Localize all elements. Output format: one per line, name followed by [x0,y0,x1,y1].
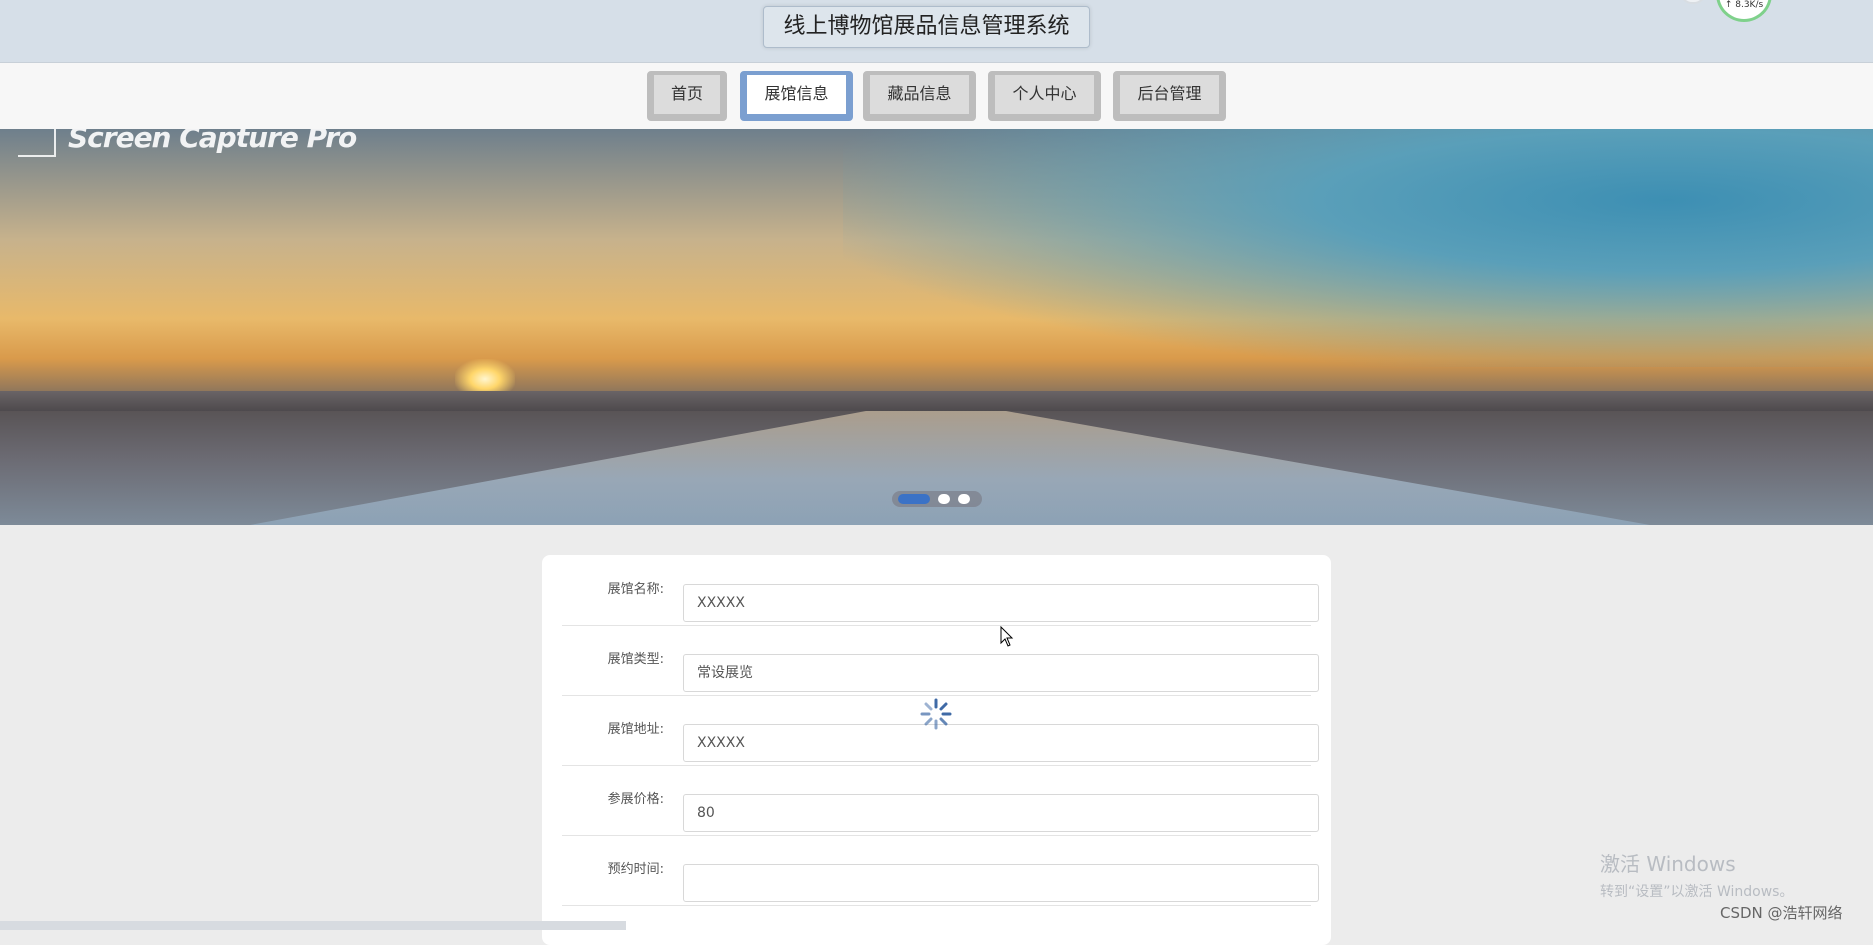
nav-item-admin[interactable]: 后台管理 [1113,71,1226,121]
main-nav: 首页 展馆信息 藏品信息 个人中心 后台管理 [0,63,1873,129]
hall-type-input[interactable]: 常设展览 [683,654,1319,692]
exhibition-detail-card: 展馆名称: XXXXX 展馆类型: 常设展览 展馆地址: XXXXX 参展价格:… [542,555,1331,945]
nav-item-exhibition-hall[interactable]: 展馆信息 [740,71,853,121]
field-label-booking-time: 预约时间: [607,862,664,877]
field-label-type: 展馆类型: [607,652,664,667]
form-row-name: 展馆名称: XXXXX [562,555,1319,626]
field-label-address: 展馆地址: [607,722,664,737]
windows-activation-watermark: 激活 Windows 转到“设置”以激活 Windows。 [1600,848,1793,901]
banner-carousel[interactable]: Screen Capture Pro [0,129,1873,525]
carousel-dot-1[interactable] [898,494,930,504]
header-bar: 线上博物馆展品信息管理系统 ↑ 8.3K/s [0,0,1873,63]
form-row-type: 展馆类型: 常设展览 [562,625,1319,696]
status-bar [0,921,626,930]
mouse-cursor-icon [1000,626,1014,647]
carousel-indicators [892,491,982,507]
activation-hint: 转到“设置”以激活 Windows。 [1600,884,1794,900]
screen-capture-watermark: Screen Capture Pro [68,129,357,154]
price-input[interactable]: 80 [683,794,1319,832]
tray-indicator [1680,0,1706,4]
hall-name-input[interactable]: XXXXX [683,584,1319,622]
field-label-name: 展馆名称: [607,582,664,597]
banner-sky [842,129,1873,367]
screen-capture-logo-icon [18,129,56,157]
field-label-price: 参展价格: [607,792,664,807]
csdn-credit: CSDN @浩轩网络 [1720,904,1843,922]
nav-item-personal-center[interactable]: 个人中心 [988,71,1101,121]
carousel-dot-3[interactable] [958,494,970,504]
booking-time-input[interactable] [683,864,1319,902]
page-title: 线上博物馆展品信息管理系统 [763,6,1090,48]
form-row-price: 参展价格: 80 [562,765,1319,836]
carousel-dot-2[interactable] [938,494,950,504]
network-speed-badge: ↑ 8.3K/s [1716,0,1772,22]
nav-item-collection[interactable]: 藏品信息 [863,71,976,121]
nav-item-home[interactable]: 首页 [647,71,727,121]
form-row-booking-time: 预约时间: [562,835,1319,906]
loading-spinner-icon [920,698,952,730]
hall-address-input[interactable]: XXXXX [683,724,1319,762]
activation-title: 激活 Windows [1600,852,1736,876]
banner-horizon [0,391,1873,411]
